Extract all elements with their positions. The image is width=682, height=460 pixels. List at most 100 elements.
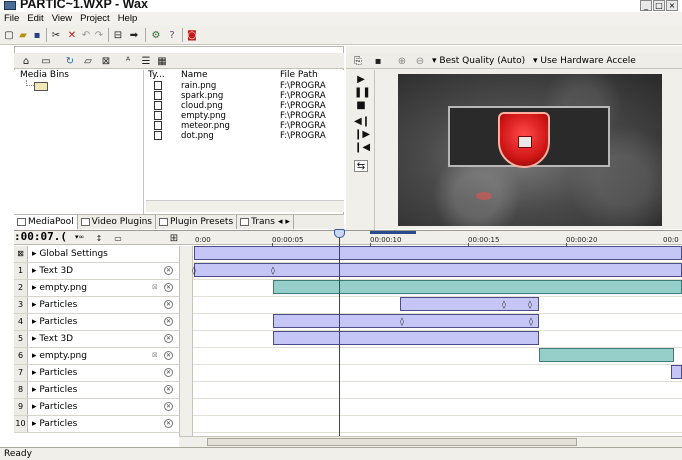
- remove-track-icon[interactable]: ✕: [164, 283, 173, 292]
- keyframe-icon[interactable]: ◊: [528, 301, 534, 309]
- remove-track-icon[interactable]: ✕: [164, 334, 173, 343]
- export-icon[interactable]: ⊟: [112, 29, 124, 41]
- playhead[interactable]: [339, 233, 340, 438]
- save-frame-icon[interactable]: ▪: [372, 55, 384, 67]
- timecode-dropdown[interactable]: ▾∞: [75, 233, 84, 241]
- minimize-button[interactable]: _: [640, 0, 652, 11]
- visibility-icon[interactable]: ⊠: [152, 351, 161, 360]
- sort-icon[interactable]: ᴬ: [122, 55, 134, 67]
- track-header-global[interactable]: ⊠ ▸ Global Settings: [14, 246, 179, 263]
- clip-particles[interactable]: ◊ ◊: [400, 297, 539, 311]
- timeline-vertical-scrollbar[interactable]: [179, 246, 193, 436]
- copy-frame-icon[interactable]: ⎘: [352, 55, 364, 67]
- add-track-icon[interactable]: ⊞: [168, 232, 180, 244]
- timeline-horizontal-scrollbar[interactable]: [179, 436, 682, 447]
- maximize-button[interactable]: □: [653, 0, 665, 11]
- folder-icon[interactable]: ▱: [82, 55, 94, 67]
- clip-empty-png[interactable]: [273, 280, 682, 294]
- track-header[interactable]: 9 ▸ Particles ✕: [14, 399, 179, 416]
- tab-scroll-arrows[interactable]: ◂ ▸: [278, 215, 290, 229]
- zoom-in-icon[interactable]: ⊕: [396, 55, 408, 67]
- tab-media-pool[interactable]: MediaPool: [14, 215, 78, 229]
- undo-icon[interactable]: ↶: [80, 29, 92, 41]
- open-folder-icon[interactable]: ▰: [17, 29, 29, 41]
- track-header[interactable]: 3 ▸ Particles ✕: [14, 297, 179, 314]
- import-icon[interactable]: ▭: [40, 55, 52, 67]
- arrow-right-icon[interactable]: ➡: [128, 29, 140, 41]
- next-frame-icon[interactable]: ❙▶: [354, 129, 370, 141]
- remove-icon[interactable]: ⊠: [100, 55, 112, 67]
- refresh-icon[interactable]: ↻: [64, 55, 76, 67]
- track-header[interactable]: 5 ▸ Text 3D ✕: [14, 331, 179, 348]
- tab-video-plugins[interactable]: Video Plugins: [78, 215, 156, 229]
- track-header[interactable]: 1 ▸ Text 3D ✕: [14, 263, 179, 280]
- quality-dropdown[interactable]: ▾ Best Quality (Auto): [432, 56, 525, 66]
- menu-edit[interactable]: Edit: [27, 12, 43, 25]
- keyframe-icon[interactable]: ◊: [502, 301, 508, 309]
- clip-global-settings[interactable]: [194, 246, 682, 260]
- remove-track-icon[interactable]: ✕: [164, 351, 173, 360]
- menu-file[interactable]: File: [4, 12, 19, 25]
- column-file-path[interactable]: File Path: [280, 70, 318, 80]
- remove-track-icon[interactable]: ✕: [164, 385, 173, 394]
- file-list-scrollbar[interactable]: [146, 200, 344, 212]
- pause-icon[interactable]: ❚❚: [354, 87, 371, 99]
- play-icon[interactable]: ▶: [354, 74, 368, 86]
- settings-icon[interactable]: ⚙: [150, 29, 162, 41]
- scrollbar-thumb[interactable]: [207, 438, 577, 446]
- track-header[interactable]: 4 ▸ Particles ✕: [14, 314, 179, 331]
- menu-view[interactable]: View: [52, 12, 72, 25]
- loop-icon[interactable]: ⇆: [354, 160, 368, 172]
- column-name[interactable]: Name: [181, 70, 208, 80]
- tab-transitions[interactable]: Trans ◂ ▸: [237, 215, 294, 229]
- menu-help[interactable]: Help: [118, 12, 138, 25]
- hardware-dropdown[interactable]: ▾ Use Hardware Accele: [533, 56, 636, 66]
- tab-plugin-presets[interactable]: Plugin Presets: [156, 215, 238, 229]
- new-file-icon[interactable]: ▢: [3, 29, 15, 41]
- keyframe-icon[interactable]: ◊: [192, 267, 198, 275]
- close-button[interactable]: ×: [666, 0, 678, 11]
- track-header[interactable]: 10 ▸ Particles ✕: [14, 416, 179, 433]
- column-type[interactable]: Ty...: [148, 70, 165, 80]
- track-number: 7: [14, 365, 28, 381]
- go-to-start-icon[interactable]: ❙◀: [354, 142, 370, 154]
- zoom-time-icon[interactable]: ↕: [93, 232, 105, 244]
- remove-track-icon[interactable]: ✕: [164, 402, 173, 411]
- stop-icon[interactable]: ■: [354, 100, 368, 112]
- grid-view-icon[interactable]: ▦: [156, 55, 168, 67]
- menu-project[interactable]: Project: [80, 12, 110, 25]
- clip-empty-png[interactable]: [539, 348, 674, 362]
- clip-text-3d[interactable]: [273, 331, 539, 345]
- clip-particles[interactable]: [671, 365, 682, 379]
- track-header[interactable]: 8 ▸ Particles ✕: [14, 382, 179, 399]
- folder-icon[interactable]: [34, 82, 48, 91]
- record-icon[interactable]: ◙: [186, 29, 198, 41]
- clip-text-3d[interactable]: ◊ ◊: [192, 263, 682, 277]
- list-view-icon[interactable]: ☰: [140, 55, 152, 67]
- visibility-icon[interactable]: ⊠: [152, 283, 161, 292]
- help-icon[interactable]: ?: [166, 29, 178, 41]
- zoom-out-icon[interactable]: ⊖: [414, 55, 426, 67]
- remove-track-icon[interactable]: ✕: [164, 368, 173, 377]
- remove-track-icon[interactable]: ✕: [164, 317, 173, 326]
- save-icon[interactable]: ▪: [31, 29, 43, 41]
- track-header[interactable]: 6 ▸ empty.png ⊠ ✕: [14, 348, 179, 365]
- playhead-handle[interactable]: [334, 229, 345, 238]
- track-header[interactable]: 7 ▸ Particles ✕: [14, 365, 179, 382]
- previous-frame-icon[interactable]: ◀❙: [354, 116, 370, 128]
- cut-icon[interactable]: ✂: [50, 29, 62, 41]
- remove-track-icon[interactable]: ✕: [164, 419, 173, 428]
- remove-track-icon[interactable]: ✕: [164, 266, 173, 275]
- remove-track-icon[interactable]: ✕: [164, 300, 173, 309]
- new-bin-icon[interactable]: ⌂: [20, 55, 32, 67]
- delete-icon[interactable]: ✕: [66, 29, 78, 41]
- keyframe-icon[interactable]: ◊: [271, 267, 277, 275]
- keyframe-icon[interactable]: ◊: [529, 318, 535, 326]
- redo-icon[interactable]: ↷: [93, 29, 105, 41]
- keyframe-icon[interactable]: ◊: [400, 318, 406, 326]
- work-area-marker[interactable]: [370, 231, 416, 234]
- clip-particles[interactable]: ◊ ◊: [273, 314, 539, 328]
- snap-icon[interactable]: ▭: [112, 232, 124, 244]
- track-header[interactable]: 2 ▸ empty.png ⊠ ✕: [14, 280, 179, 297]
- preset-icon: [158, 218, 168, 226]
